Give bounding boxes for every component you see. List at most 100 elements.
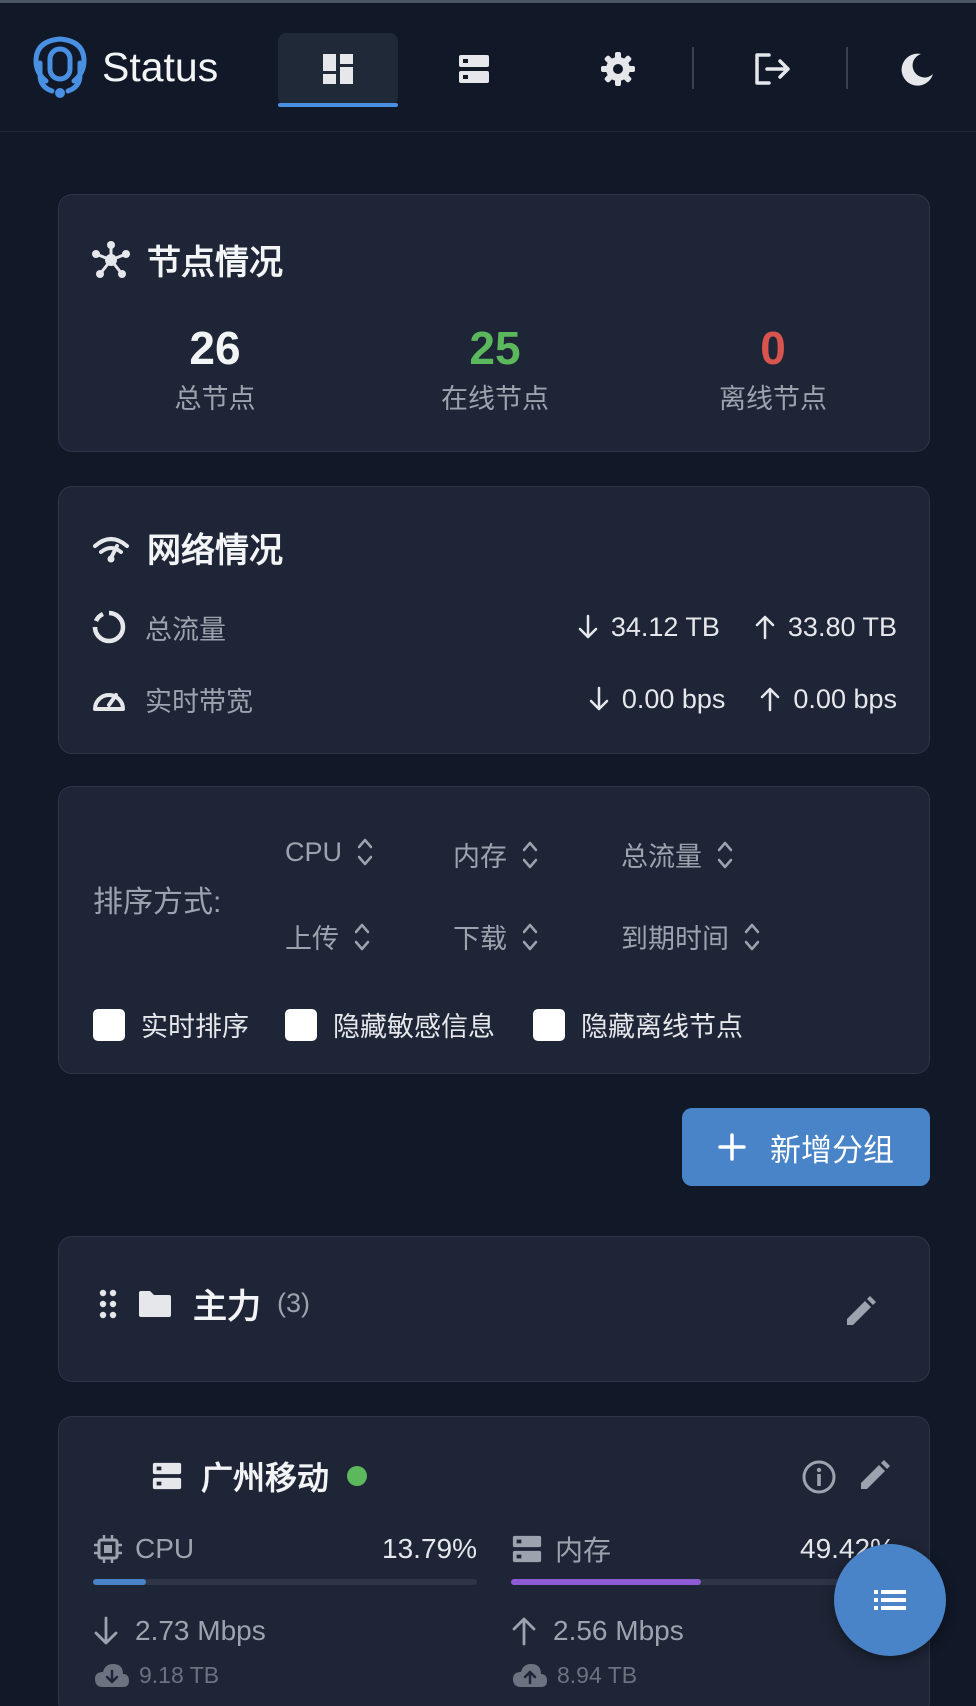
arrow-up-icon: [512, 1617, 536, 1646]
sort-option-label: 到期时间: [621, 924, 729, 954]
nav-dashboard[interactable]: [278, 33, 398, 107]
sort-chevrons-icon: [354, 923, 370, 950]
sort-option-cpu[interactable]: CPU: [285, 835, 374, 869]
checkbox-box[interactable]: [285, 1008, 317, 1041]
upload-total: 8.94 TB: [511, 1661, 895, 1689]
server-name: 广州移动: [201, 1460, 330, 1496]
nav-logout[interactable]: [712, 33, 832, 105]
upload-total-value: 8.94 TB: [557, 1661, 638, 1688]
donut-icon: [92, 610, 126, 644]
traffic-up-value: 33.80 TB: [787, 611, 897, 642]
sort-option-label: 下载: [453, 924, 507, 954]
download-speed: 2.73 Mbps: [93, 1615, 477, 1647]
bandwidth-up-value: 0.00 bps: [793, 683, 897, 714]
bandwidth-label: 实时带宽: [145, 686, 253, 717]
traffic-up: 33.80 TB: [754, 612, 897, 643]
total-nodes-stat: 26 总节点: [115, 323, 315, 416]
speedometer-icon: [93, 693, 125, 711]
cpu-chip-icon: [94, 1535, 122, 1563]
nodes-card: 节点情况 26 总节点 25 在线节点 0 离线节点: [58, 194, 930, 452]
nav-divider: [692, 47, 694, 89]
cpu-metric: CPU 13.79% 2.73 Mbps 9.18 TB: [93, 1529, 477, 1689]
arrow-down-icon: [94, 1616, 118, 1645]
download-speed-value: 2.73 Mbps: [135, 1615, 266, 1646]
checkbox-box[interactable]: [533, 1008, 565, 1041]
bandwidth-down: 0.00 bps: [588, 684, 725, 715]
floating-list-button[interactable]: [834, 1544, 946, 1656]
nodes-card-title: 节点情况: [147, 244, 283, 282]
checkbox-label: 隐藏敏感信息: [333, 1012, 495, 1042]
sort-option-memory[interactable]: 内存: [453, 835, 539, 874]
checkbox-box[interactable]: [93, 1008, 125, 1041]
memory-icon: [512, 1535, 542, 1563]
checkbox-label: 隐藏离线节点: [581, 1012, 743, 1042]
traffic-down-value: 34.12 TB: [610, 611, 720, 642]
cloud-download-icon: [95, 1664, 129, 1687]
sort-option-expiry[interactable]: 到期时间: [621, 917, 761, 956]
offline-nodes-value: 0: [760, 322, 786, 374]
list-icon: [874, 1590, 906, 1610]
cpu-label: CPU: [135, 1533, 195, 1564]
nav-divider: [846, 47, 848, 89]
bandwidth-row: 实时带宽 0.00 bps 0.00 bps: [91, 677, 897, 721]
memory-label: 内存: [555, 1535, 612, 1566]
info-icon[interactable]: [801, 1459, 837, 1495]
nav-settings[interactable]: [558, 33, 678, 105]
server-header: 广州移动: [151, 1453, 368, 1499]
memory-progress-fill: [511, 1579, 701, 1585]
hide-offline-checkbox[interactable]: 隐藏离线节点: [533, 1005, 743, 1044]
folder-icon: [139, 1290, 171, 1317]
group-card: 主力 (3): [58, 1236, 930, 1382]
realtime-sort-checkbox[interactable]: 实时排序: [93, 1005, 249, 1044]
traffic-down: 34.12 TB: [577, 612, 720, 643]
cpu-progress-bar: [93, 1579, 477, 1585]
offline-nodes-label: 离线节点: [719, 384, 827, 414]
app-title: Status: [102, 43, 219, 90]
drag-handle-icon[interactable]: [99, 1289, 117, 1319]
sort-option-upload[interactable]: 上传: [285, 917, 371, 956]
bandwidth-up: 0.00 bps: [759, 684, 897, 715]
add-group-label: 新增分组: [770, 1132, 894, 1168]
download-total-value: 9.18 TB: [139, 1661, 220, 1688]
sort-chevrons-icon: [357, 838, 373, 866]
edit-group-icon[interactable]: [843, 1295, 877, 1329]
sort-option-label: 总流量: [621, 842, 702, 872]
sort-option-total-traffic[interactable]: 总流量: [621, 835, 734, 874]
moon-icon: [901, 53, 933, 86]
nodes-card-header: 节点情况: [91, 235, 283, 284]
nav-theme-toggle[interactable]: [870, 33, 966, 105]
traffic-label: 总流量: [145, 614, 226, 645]
group-count: (3): [277, 1288, 310, 1318]
arrow-up-icon: [761, 687, 780, 712]
total-nodes-label: 总节点: [174, 384, 256, 414]
network-card: 网络情况 总流量 34.12 TB 33.80 TB 实时带宽 0.00 bps…: [58, 486, 930, 754]
server-card: 广州移动 CPU 13.79% 2.73 Mbps 9.18 TB 内存 49.…: [58, 1416, 930, 1706]
online-nodes-stat: 25 在线节点: [395, 323, 595, 416]
sort-chevrons-icon: [522, 841, 538, 868]
server-icon: [152, 1462, 182, 1490]
group-header: 主力 (3): [99, 1279, 310, 1328]
brand[interactable]: Status: [32, 33, 218, 101]
sort-option-download[interactable]: 下载: [453, 917, 539, 956]
edit-server-icon[interactable]: [857, 1459, 891, 1493]
logo-icon: [33, 36, 87, 98]
online-status-dot: [347, 1466, 368, 1486]
top-navbar: Status: [0, 0, 976, 132]
sort-card: 排序方式: CPU 内存 总流量 上传 下载 到期时间 实时排序 隐藏敏感信息 …: [58, 786, 930, 1074]
online-nodes-value: 25: [469, 322, 521, 374]
add-group-button[interactable]: 新增分组: [682, 1108, 930, 1186]
network-nodes-icon: [92, 240, 130, 278]
server-icon: [459, 55, 489, 83]
arrow-down-icon: [589, 686, 609, 711]
logout-icon: [755, 53, 790, 85]
online-nodes-label: 在线节点: [441, 384, 549, 414]
plus-icon: [718, 1133, 746, 1161]
cpu-progress-fill: [93, 1579, 146, 1585]
group-name: 主力: [193, 1288, 261, 1326]
hide-sensitive-checkbox[interactable]: 隐藏敏感信息: [285, 1005, 495, 1044]
gear-icon: [601, 52, 635, 86]
sort-chevrons-icon: [522, 923, 538, 950]
wifi-icon: [93, 536, 129, 562]
nav-servers[interactable]: [414, 33, 534, 105]
dashboard-icon: [323, 54, 353, 84]
